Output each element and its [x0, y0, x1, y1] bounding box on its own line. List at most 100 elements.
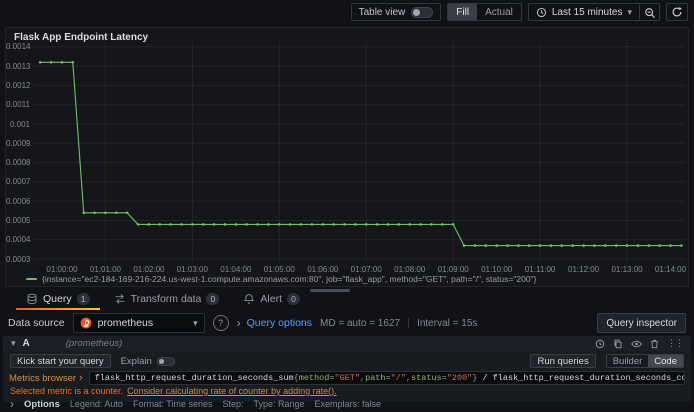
- y-axis-tick: 0.0008: [6, 158, 31, 168]
- options-title[interactable]: Options: [24, 399, 60, 410]
- eye-icon: [631, 340, 642, 348]
- x-axis-tick: 01:10:00: [481, 265, 513, 274]
- code-option[interactable]: Code: [648, 355, 683, 367]
- query-options-footer: › Options Legend: Auto Format: Time serie…: [3, 397, 691, 411]
- query-options-toggle[interactable]: › Query options: [237, 317, 312, 329]
- fill-actual-group: Fill Actual: [447, 3, 522, 21]
- tab-query[interactable]: Query 1: [14, 288, 102, 310]
- prometheus-icon: [80, 317, 92, 329]
- clock-icon: [536, 7, 547, 18]
- tab-transform-data[interactable]: Transform data 0: [102, 288, 232, 310]
- caret-down-icon: ▾: [627, 6, 632, 17]
- x-axis-tick: 01:05:00: [263, 265, 295, 274]
- explain-group: Explain: [121, 356, 175, 367]
- query-datasource-hint: (prometheus): [65, 338, 123, 349]
- x-axis-tick: 01:02:00: [133, 265, 165, 274]
- y-axis-tick: 0.0004: [6, 235, 31, 245]
- trash-icon: [650, 339, 659, 349]
- x-axis-tick: 01:04:00: [220, 265, 252, 274]
- datasource-picker[interactable]: prometheus ▾: [72, 313, 205, 333]
- history-icon: [595, 339, 605, 349]
- y-axis-tick: 0.0012: [6, 80, 31, 90]
- option-summary: Type: Range: [253, 399, 305, 409]
- x-axis-tick: 01:09:00: [437, 265, 469, 274]
- tab-count-badge: 1: [76, 293, 90, 305]
- refresh-icon: [671, 6, 683, 18]
- divider: [408, 318, 410, 328]
- copy-icon: [613, 339, 623, 349]
- option-summary: Format: Time series: [132, 399, 213, 409]
- query-row-header[interactable]: ▾ A (prometheus) ⋮⋮: [3, 336, 691, 351]
- option-summary: Exemplars: false: [314, 399, 382, 409]
- caret-down-icon: ▾: [193, 317, 198, 328]
- transform-icon: [114, 293, 126, 305]
- x-axis-tick: 01:14:00: [654, 265, 687, 274]
- series-legend-item[interactable]: {instance="ec2-184-169-216-224.us-west-1…: [26, 274, 536, 284]
- remove-query-button[interactable]: [650, 339, 659, 349]
- query-options-label: Query options: [246, 317, 312, 329]
- tab-label: Transform data: [130, 293, 202, 305]
- bell-icon: [243, 293, 255, 305]
- help-icon: ?: [218, 318, 224, 328]
- zoom-out-icon: [644, 7, 656, 19]
- panel-title[interactable]: Flask App Endpoint Latency: [14, 32, 148, 43]
- actual-button[interactable]: Actual: [477, 4, 521, 20]
- chevron-right-icon: ›: [79, 371, 83, 384]
- time-controls-group: Last 15 minutes ▾: [527, 3, 660, 21]
- tab-count-badge: 0: [206, 293, 220, 305]
- tab-label: Query: [43, 293, 72, 305]
- y-axis-tick: 0.0007: [6, 177, 31, 187]
- x-axis-tick: 01:13:00: [611, 265, 643, 274]
- x-axis-tick: 01:06:00: [307, 265, 339, 274]
- chart-canvas[interactable]: [33, 42, 685, 262]
- table-view-switch[interactable]: [411, 6, 434, 18]
- tab-alert[interactable]: Alert 0: [231, 288, 312, 310]
- tab-count-badge: 0: [287, 293, 300, 305]
- x-axis-tick: 01:12:00: [567, 265, 600, 274]
- tabs-scrollbar-thumb[interactable]: [310, 289, 350, 292]
- explain-switch[interactable]: [156, 356, 175, 366]
- run-queries-button[interactable]: Run queries: [530, 354, 596, 368]
- datasource-name: prometheus: [97, 317, 154, 329]
- disable-query-button[interactable]: [631, 340, 642, 348]
- option-summary: Step:: [222, 399, 244, 409]
- series-color-swatch: [26, 278, 37, 280]
- metrics-browser-label: Metrics browser: [9, 372, 77, 384]
- option-summary: Legend: Auto: [69, 399, 123, 409]
- refresh-button[interactable]: [666, 3, 688, 21]
- warning-text: Selected metric is a counter.: [10, 386, 124, 396]
- query-code-editor[interactable]: flask_http_request_duration_seconds_sum{…: [88, 371, 685, 385]
- options-items: Legend: Auto Format: Time series Step: Type…: [70, 399, 381, 409]
- explain-label: Explain: [120, 355, 152, 367]
- x-axis-tick: 01:00:00: [46, 265, 78, 274]
- builder-option[interactable]: Builder: [607, 355, 649, 367]
- y-axis-tick: 0.0009: [6, 138, 31, 148]
- datasource-help-button[interactable]: ?: [212, 315, 229, 331]
- query-row-actions: ⋮⋮: [595, 338, 684, 349]
- builder-code-toggle: Builder Code: [605, 354, 684, 368]
- panel-editor-topbar: Table view Fill Actual Last 15 minutes ▾: [0, 0, 694, 24]
- metrics-browser-toggle[interactable]: Metrics browser ›: [9, 371, 83, 384]
- drag-handle-icon[interactable]: ⋮⋮: [667, 338, 684, 349]
- query-toolbar: Kick start your query Explain Run querie…: [3, 353, 691, 369]
- warning-hint-link[interactable]: Consider calculating rate of counter by …: [127, 386, 337, 396]
- max-data-points-summary: MD = auto = 1627: [320, 317, 401, 329]
- time-range-picker[interactable]: Last 15 minutes ▾: [529, 4, 639, 20]
- query-field-row: Metrics browser › flask_http_request_dur…: [3, 371, 691, 385]
- zoom-out-button[interactable]: [639, 4, 659, 20]
- duplicate-query-button[interactable]: [613, 339, 623, 349]
- chevron-right-icon: ›: [236, 316, 241, 330]
- y-axis-tick: 0.0013: [6, 61, 31, 71]
- y-axis-tick: 0.0003: [6, 254, 31, 264]
- fill-button[interactable]: Fill: [448, 4, 478, 20]
- query-ref-id: A: [22, 338, 30, 349]
- y-axis-tick: 0.001: [9, 119, 30, 129]
- collapse-caret-icon[interactable]: ▾: [11, 339, 16, 348]
- kick-start-query-button[interactable]: Kick start your query: [10, 354, 111, 368]
- chevron-right-icon[interactable]: ›: [10, 398, 14, 410]
- query-history-button[interactable]: [595, 339, 605, 349]
- query-inspector-button[interactable]: Query inspector: [597, 313, 686, 333]
- counter-warning-row: Selected metric is a counter. Consider c…: [3, 386, 691, 396]
- database-icon: [26, 293, 38, 305]
- series-legend-label: {instance="ec2-184-169-216-224.us-west-1…: [42, 274, 537, 284]
